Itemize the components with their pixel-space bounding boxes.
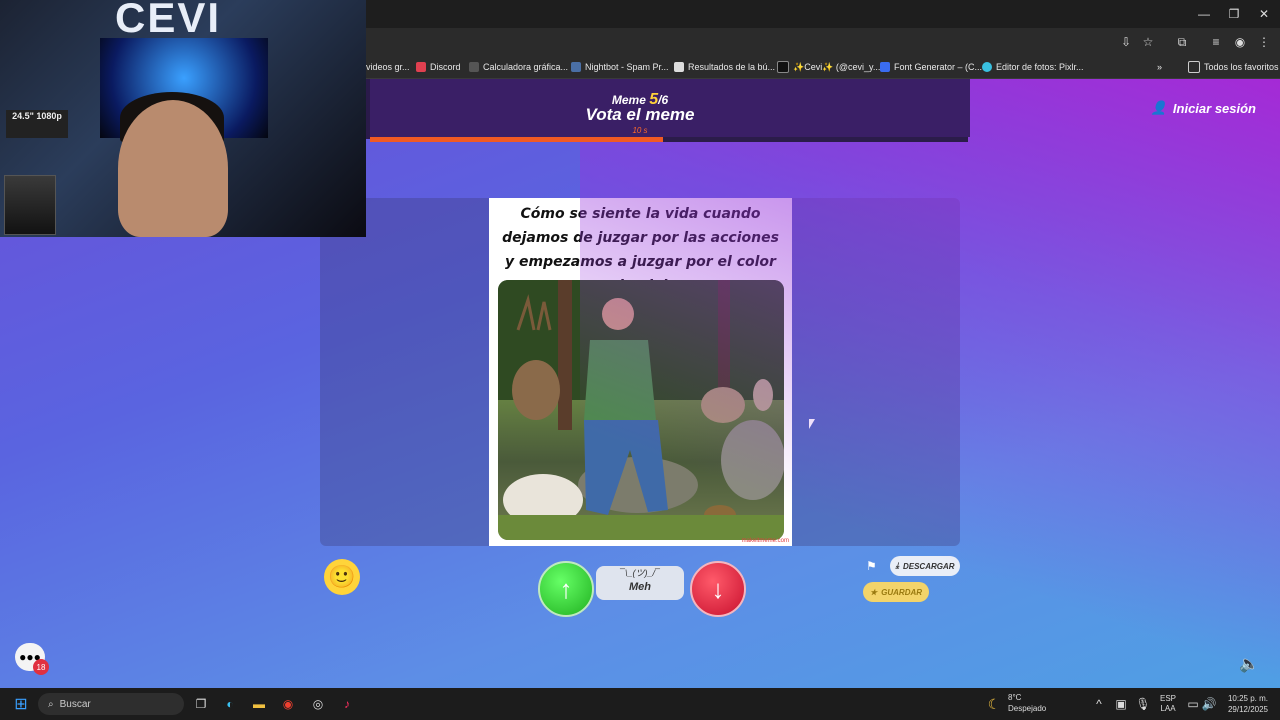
arrow-down-icon: ↓ bbox=[711, 573, 725, 604]
meh-button[interactable]: ¯\_(ツ)_/¯ Meh bbox=[596, 566, 684, 600]
meme-card bbox=[320, 198, 960, 546]
bookmark-item[interactable]: ✨Cevi✨ (@cevi_y... bbox=[777, 60, 880, 74]
taskbar-search[interactable]: ⌕ Buscar bbox=[38, 693, 184, 715]
bookmark-label: Calculadora gráfica... bbox=[483, 62, 569, 72]
taskbar-search-label: Buscar bbox=[59, 698, 91, 710]
meh-face: ¯\_(ツ)_/¯ bbox=[620, 568, 660, 578]
meme-watermark: makeitmeme.com bbox=[741, 538, 789, 544]
file-explorer-icon[interactable]: ▬ bbox=[250, 688, 268, 720]
bookmark-item[interactable]: Calculadora gráfica... bbox=[469, 60, 568, 74]
bookmarks-overflow-icon[interactable]: » bbox=[1157, 60, 1162, 74]
media-icon[interactable]: ≡ bbox=[1208, 34, 1224, 50]
windows-start-icon[interactable]: ⊞ bbox=[10, 688, 32, 720]
restore-icon[interactable]: ❐ bbox=[1218, 0, 1250, 28]
bookmark-label: Nightbot - Spam Pr... bbox=[585, 62, 669, 72]
profile-avatar[interactable]: ◉ bbox=[1232, 34, 1248, 50]
timer-progress-track bbox=[370, 137, 968, 142]
user-icon: 👤 bbox=[1150, 100, 1167, 115]
clock-time: 10:25 p. m. bbox=[1227, 694, 1268, 703]
edge-icon[interactable]: ◐ bbox=[221, 688, 239, 720]
volume-icon[interactable]: 🔊 bbox=[1202, 688, 1217, 720]
meh-label: Meh bbox=[629, 581, 651, 593]
language-indicator[interactable]: ESP LAA bbox=[1160, 694, 1176, 714]
smiley-icon: 🙂 bbox=[328, 564, 356, 589]
clock-date: 29/12/2025 bbox=[1227, 705, 1268, 714]
bookmark-label: Font Generator – (C... bbox=[894, 62, 983, 72]
bookmark-item[interactable]: Discord bbox=[416, 60, 461, 74]
report-flag-icon[interactable]: ⚑ bbox=[866, 559, 877, 573]
login-label: Iniciar sesión bbox=[1172, 100, 1256, 116]
task-view-icon[interactable]: ❐ bbox=[192, 688, 210, 720]
bookmark-label: Editor de fotos: Pixlr... bbox=[996, 62, 1084, 72]
nightbot-icon bbox=[571, 62, 581, 72]
download-label: DESCARGAR bbox=[902, 561, 955, 571]
chat-button[interactable]: ●●● 18 bbox=[15, 643, 49, 675]
mouse-cursor-icon bbox=[809, 419, 815, 429]
webcam-logo: CEVI bbox=[115, 0, 222, 41]
bookmark-label: Discord bbox=[430, 62, 461, 72]
menu-icon[interactable]: ⋮ bbox=[1256, 34, 1272, 50]
download-button[interactable]: ⤓ DESCARGAR bbox=[890, 556, 960, 576]
bookmark-label: Resultados de la bú... bbox=[688, 62, 776, 72]
speaker-icon[interactable]: 🔈 bbox=[1239, 654, 1259, 674]
all-bookmarks-folder[interactable]: Todos los favoritos bbox=[1188, 60, 1279, 74]
install-app-icon[interactable]: ⇩ bbox=[1118, 34, 1134, 50]
chat-badge: 18 bbox=[33, 659, 49, 675]
tray-chevron-icon[interactable]: ^ bbox=[1092, 688, 1106, 720]
emoji-reaction-button[interactable]: 🙂 bbox=[324, 559, 360, 595]
close-icon[interactable]: ✕ bbox=[1248, 0, 1280, 28]
upvote-button[interactable]: ↑ bbox=[538, 561, 594, 617]
bookmark-item[interactable]: Nightbot - Spam Pr... bbox=[571, 60, 669, 74]
bookmark-label: ✨Cevi✨ (@cevi_y... bbox=[793, 61, 881, 72]
language-code: ESP bbox=[1160, 694, 1177, 703]
minimize-icon[interactable]: — bbox=[1188, 0, 1220, 28]
discord-icon bbox=[416, 62, 426, 72]
search-icon: ⌕ bbox=[48, 698, 54, 710]
webcam-overlay: CEVI 24.5" 1080p bbox=[0, 0, 366, 237]
search-result-icon bbox=[674, 62, 684, 72]
folder-icon bbox=[1188, 61, 1200, 73]
tiktok-live-icon[interactable]: ♪ bbox=[338, 688, 356, 720]
font-icon bbox=[880, 62, 890, 72]
downvote-button[interactable]: ↓ bbox=[690, 561, 746, 617]
language-layout: LAA bbox=[1160, 704, 1176, 713]
chrome-icon[interactable]: ◉ bbox=[279, 688, 297, 720]
pixlr-icon bbox=[982, 62, 992, 72]
bookmark-item[interactable]: Font Generator – (C... bbox=[880, 60, 982, 74]
bookmark-star-icon[interactable]: ☆ bbox=[1140, 34, 1156, 50]
bookmark-item[interactable]: Editor de fotos: Pixlr... bbox=[982, 60, 1084, 74]
meme-photo-illustration bbox=[498, 280, 784, 540]
weather-widget[interactable]: 8°C Despejado bbox=[1008, 692, 1046, 714]
extensions-icon[interactable]: ⧉ bbox=[1174, 34, 1190, 50]
bookmark-item[interactable]: Resultados de la bú... bbox=[674, 60, 775, 74]
webcam-monitor-box: 24.5" 1080p bbox=[6, 110, 68, 138]
tiktok-icon bbox=[777, 61, 789, 73]
meme-photo bbox=[498, 280, 784, 540]
weather-desc: Despejado bbox=[1008, 704, 1047, 713]
webcam-streamer-face bbox=[118, 100, 228, 237]
bookmark-item[interactable]: videos gr... bbox=[366, 60, 410, 74]
weather-temp: 8°C bbox=[1008, 693, 1022, 702]
timer-progress-fill bbox=[370, 137, 664, 142]
clock[interactable]: 10:25 p. m. 29/12/2025 bbox=[1224, 693, 1268, 715]
microphone-icon[interactable]: 🎙 bbox=[1135, 688, 1150, 720]
tray-app-icon[interactable]: ▣ bbox=[1114, 688, 1128, 720]
network-icon[interactable]: ▭ bbox=[1186, 688, 1200, 720]
obs-icon[interactable]: ◎ bbox=[309, 688, 327, 720]
arrow-up-icon: ↑ bbox=[559, 573, 573, 604]
calculator-icon bbox=[469, 62, 479, 72]
bookmark-label: videos gr... bbox=[366, 62, 410, 72]
star-icon: ★ bbox=[869, 587, 878, 597]
taskbar: ⊞ ⌕ Buscar ❐ ◐ ▬ ◉ ◎ ♪ ☾ 8°C Despejado ^… bbox=[0, 688, 1280, 720]
login-button[interactable]: 👤 Iniciar sesión bbox=[1151, 100, 1256, 116]
save-button[interactable]: ★ GUARDAR bbox=[863, 582, 929, 602]
weather-moon-icon: ☾ bbox=[987, 695, 1001, 712]
download-icon: ⤓ bbox=[895, 561, 899, 570]
meme-image: Cómo se siente la vida cuando dejamos de… bbox=[489, 198, 792, 546]
all-bookmarks-label: Todos los favoritos bbox=[1204, 62, 1279, 72]
save-label: GUARDAR bbox=[881, 587, 923, 597]
webcam-pc-case bbox=[4, 175, 56, 235]
